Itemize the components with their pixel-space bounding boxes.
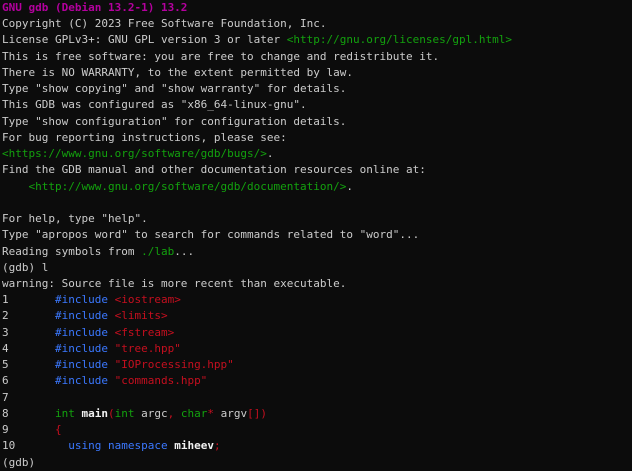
source-line-1-seg-2 — [108, 293, 115, 306]
source-line-10-seg-0: 10 — [2, 439, 68, 452]
source-line-8-seg-1: int — [55, 407, 75, 420]
bug-reporting-line-seg-0: For bug reporting instructions, please s… — [2, 131, 287, 144]
source-line-6-seg-1: #include — [55, 374, 108, 387]
source-line-6-seg-2 — [108, 374, 115, 387]
source-line-8-seg-8 — [174, 407, 181, 420]
apropos-line: Type "apropos word" to search for comman… — [0, 227, 632, 243]
reading-symbols-line-seg-1: ./lab — [141, 245, 174, 258]
source-line-8-seg-9: char — [181, 407, 208, 420]
bug-reporting-line: For bug reporting instructions, please s… — [0, 130, 632, 146]
gdb-version-line: GNU gdb (Debian 13.2-1) 13.2 — [0, 0, 632, 16]
source-line-4-seg-0: 4 — [2, 342, 55, 355]
manual-line: Find the GDB manual and other documentat… — [0, 162, 632, 178]
source-line-8-seg-6: argc — [134, 407, 167, 420]
reading-symbols-line-seg-2: ... — [174, 245, 194, 258]
source-line-8-seg-10: * — [207, 407, 214, 420]
license-line: License GPLv3+: GNU GPL version 3 or lat… — [0, 32, 632, 48]
free-software-line: This is free software: you are free to c… — [0, 49, 632, 65]
source-line-10-seg-3: namespace — [108, 439, 168, 452]
source-line-5-seg-2 — [108, 358, 115, 371]
gdb-prompt-line[interactable]: (gdb) — [0, 455, 632, 471]
warning-line-seg-0: warning: Source file is more recent than… — [2, 277, 346, 290]
documentation-url-line-seg-2: . — [346, 180, 353, 193]
source-line-2-seg-1: #include — [55, 309, 108, 322]
source-line-2: 2 #include <limits> — [0, 308, 632, 324]
gdb-version-line-seg-0: GNU gdb (Debian 13.2-1) 13.2 — [2, 1, 187, 14]
gdb-command-line: (gdb) l — [0, 260, 632, 276]
bugs-url-line: <https://www.gnu.org/software/gdb/bugs/>… — [0, 146, 632, 162]
bugs-url-line-seg-1: . — [267, 147, 274, 160]
source-line-3-seg-2 — [108, 326, 115, 339]
source-line-8: 8 int main(int argc, char* argv[]) — [0, 406, 632, 422]
reading-symbols-line: Reading symbols from ./lab... — [0, 244, 632, 260]
license-line-seg-0: License GPLv3+: GNU GPL version 3 or lat… — [2, 33, 287, 46]
source-line-9: 9 { — [0, 422, 632, 438]
source-line-8-seg-0: 8 — [2, 407, 55, 420]
gdb-prompt-line-seg-0: (gdb) — [2, 456, 42, 469]
source-line-10-seg-2 — [101, 439, 108, 452]
source-line-2-seg-2 — [108, 309, 115, 322]
source-line-8-seg-12: []) — [247, 407, 267, 420]
source-line-2-seg-0: 2 — [2, 309, 55, 322]
source-line-5-seg-3: "IOProcessing.hpp" — [115, 358, 234, 371]
source-line-1-seg-1: #include — [55, 293, 108, 306]
source-line-9-seg-1: { — [55, 423, 62, 436]
reading-symbols-line-seg-0: Reading symbols from — [2, 245, 141, 258]
warranty-line-seg-0: There is NO WARRANTY, to the extent perm… — [2, 66, 353, 79]
manual-line-seg-0: Find the GDB manual and other documentat… — [2, 163, 426, 176]
configured-line: This GDB was configured as "x86_64-linux… — [0, 97, 632, 113]
source-line-3-seg-3: <fstream> — [115, 326, 175, 339]
source-line-4-seg-1: #include — [55, 342, 108, 355]
blank-line — [0, 195, 632, 211]
show-configuration-line: Type "show configuration" for configurat… — [0, 114, 632, 130]
copyright-line-seg-0: Copyright (C) 2023 Free Software Foundat… — [2, 17, 327, 30]
source-line-1-seg-0: 1 — [2, 293, 55, 306]
source-line-4-seg-2 — [108, 342, 115, 355]
copyright-line: Copyright (C) 2023 Free Software Foundat… — [0, 16, 632, 32]
source-line-10-seg-1: using — [68, 439, 101, 452]
source-line-3-seg-0: 3 — [2, 326, 55, 339]
source-line-5-seg-1: #include — [55, 358, 108, 371]
source-line-7: 7 — [0, 390, 632, 406]
documentation-url-line-seg-0 — [2, 180, 29, 193]
help-line-seg-0: For help, type "help". — [2, 212, 148, 225]
source-line-10-seg-6: ; — [214, 439, 221, 452]
source-line-8-seg-3: main — [81, 407, 108, 420]
source-line-8-seg-4: ( — [108, 407, 115, 420]
source-line-10: 10 using namespace miheev; — [0, 438, 632, 454]
source-line-6: 6 #include "commands.hpp" — [0, 373, 632, 389]
source-line-6-seg-0: 6 — [2, 374, 55, 387]
source-line-9-seg-0: 9 — [2, 423, 55, 436]
source-line-6-seg-3: "commands.hpp" — [115, 374, 208, 387]
apropos-line-seg-0: Type "apropos word" to search for comman… — [2, 228, 419, 241]
source-line-4: 4 #include "tree.hpp" — [0, 341, 632, 357]
license-line-seg-1: <http://gnu.org/licenses/gpl.html> — [287, 33, 512, 46]
source-line-3-seg-1: #include — [55, 326, 108, 339]
source-line-10-seg-5: miheev — [174, 439, 214, 452]
warning-line: warning: Source file is more recent than… — [0, 276, 632, 292]
free-software-line-seg-0: This is free software: you are free to c… — [2, 50, 439, 63]
source-line-1: 1 #include <iostream> — [0, 292, 632, 308]
show-configuration-line-seg-0: Type "show configuration" for configurat… — [2, 115, 346, 128]
source-line-8-seg-11: argv — [214, 407, 247, 420]
gdb-terminal[interactable]: GNU gdb (Debian 13.2-1) 13.2 Copyright (C… — [0, 0, 632, 471]
configured-line-seg-0: This GDB was configured as "x86_64-linux… — [2, 98, 307, 111]
documentation-url-line-seg-1: <http://www.gnu.org/software/gdb/documen… — [29, 180, 347, 193]
source-line-5-seg-0: 5 — [2, 358, 55, 371]
documentation-url-line: <http://www.gnu.org/software/gdb/documen… — [0, 179, 632, 195]
warranty-line: There is NO WARRANTY, to the extent perm… — [0, 65, 632, 81]
source-line-2-seg-3: <limits> — [115, 309, 168, 322]
source-line-3: 3 #include <fstream> — [0, 325, 632, 341]
help-line: For help, type "help". — [0, 211, 632, 227]
show-copying-line-seg-0: Type "show copying" and "show warranty" … — [2, 82, 346, 95]
source-line-4-seg-3: "tree.hpp" — [115, 342, 181, 355]
source-line-5: 5 #include "IOProcessing.hpp" — [0, 357, 632, 373]
source-line-1-seg-3: <iostream> — [115, 293, 181, 306]
source-line-8-seg-5: int — [115, 407, 135, 420]
bugs-url-line-seg-0: <https://www.gnu.org/software/gdb/bugs/> — [2, 147, 267, 160]
show-copying-line: Type "show copying" and "show warranty" … — [0, 81, 632, 97]
gdb-command-line-seg-0: (gdb) l — [2, 261, 48, 274]
source-line-7-seg-0: 7 — [2, 391, 9, 404]
